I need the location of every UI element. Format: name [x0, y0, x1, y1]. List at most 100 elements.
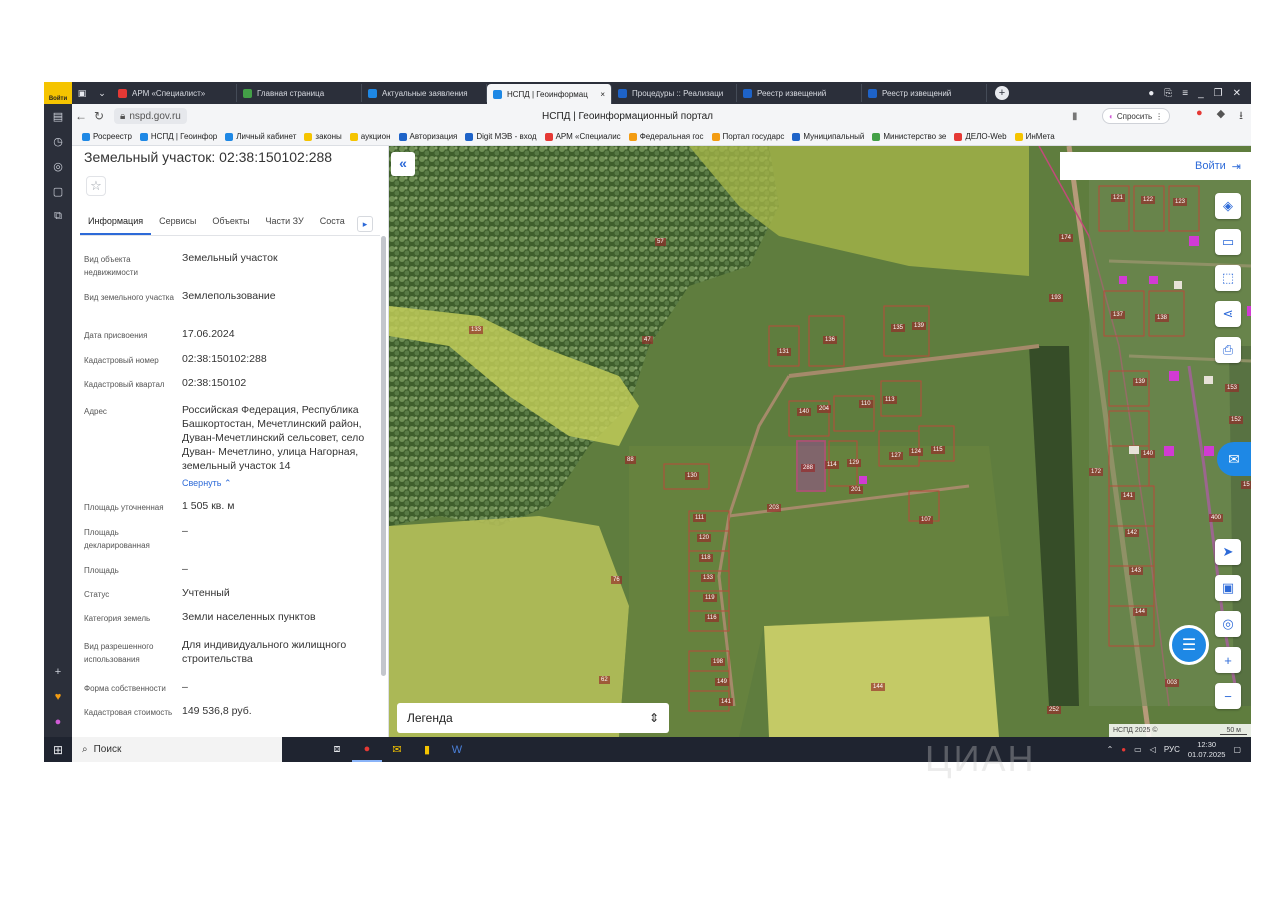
parcel-number-label[interactable]: 142: [1125, 529, 1140, 537]
parcel-number-label[interactable]: 129: [847, 459, 862, 467]
mail-app-icon[interactable]: ✉: [382, 737, 412, 762]
parcel-number-label[interactable]: 121: [1111, 194, 1126, 202]
share-icon[interactable]: ⋖: [1215, 301, 1241, 327]
collapse-panel-button[interactable]: «: [391, 152, 415, 176]
tab-close-icon[interactable]: ×: [600, 90, 605, 99]
assistant-side-button[interactable]: ✉: [1217, 442, 1251, 476]
parcel-number-label[interactable]: 139: [912, 322, 927, 330]
notifications-icon[interactable]: ▢: [1233, 745, 1241, 754]
parcel-number-label[interactable]: 124: [909, 448, 924, 456]
bookmark-item[interactable]: Муниципальный: [792, 132, 864, 141]
browser-tab[interactable]: Реестр извещений: [862, 84, 987, 102]
yandex-login-button[interactable]: Войти: [44, 82, 72, 104]
yandex-browser-icon[interactable]: ●: [352, 737, 382, 762]
parcel-number-label[interactable]: 141: [1121, 492, 1136, 500]
parcel-number-label[interactable]: 130: [685, 472, 700, 480]
browser-tab[interactable]: Процедуры :: Реализаци: [612, 84, 737, 102]
new-tab-plus-icon[interactable]: +: [995, 86, 1009, 100]
restore-icon[interactable]: ❐: [1214, 88, 1223, 99]
parcel-number-label[interactable]: 400: [1209, 514, 1224, 522]
download-icon[interactable]: ⭳: [1239, 107, 1243, 126]
add-panel-icon[interactable]: +: [44, 659, 72, 684]
media-icon[interactable]: ◎: [44, 154, 72, 179]
panel-tab[interactable]: Соста: [312, 212, 353, 235]
tab-overview-icon[interactable]: ▣: [72, 82, 92, 104]
select-area-icon[interactable]: ⬚: [1215, 265, 1241, 291]
panel-tab[interactable]: Объекты: [204, 212, 257, 235]
minimap-icon[interactable]: ▣: [1215, 575, 1241, 601]
tabs-menu-chevron-icon[interactable]: ⌄: [92, 82, 112, 104]
zoom-out-icon[interactable]: −: [1215, 683, 1241, 709]
layers-icon[interactable]: ◈: [1215, 193, 1241, 219]
tray-chevron-icon[interactable]: ⌃: [1107, 745, 1114, 754]
bookmark-item[interactable]: АРМ «Специалис: [544, 132, 621, 141]
map-view[interactable]: 57 47 88 76 62 133 131 136 135 139 140 204 110 113 288…: [389, 146, 1251, 737]
minimize-icon[interactable]: _: [1198, 88, 1204, 99]
parcel-number-label[interactable]: 133: [701, 574, 716, 582]
panel-tab[interactable]: Информация: [80, 212, 152, 235]
bookmark-item[interactable]: ДЕЛО-Web: [954, 132, 1007, 141]
bookmark-item[interactable]: ИнМета: [1014, 132, 1055, 141]
alice-icon[interactable]: ●: [44, 709, 72, 734]
network-icon[interactable]: ▭: [1134, 745, 1142, 754]
parcel-number-label[interactable]: 198: [711, 658, 726, 666]
parcel-number-label[interactable]: 62: [599, 676, 610, 684]
extension-icon[interactable]: ●: [1196, 107, 1203, 126]
zoom-in-icon[interactable]: +: [1215, 647, 1241, 673]
locate-icon[interactable]: ➤: [1215, 539, 1241, 565]
tabs-scroll-right-icon[interactable]: ▸: [357, 216, 373, 232]
bookmark-item[interactable]: Федеральная гос: [628, 132, 704, 141]
parcel-number-label[interactable]: 149: [715, 678, 730, 686]
market-icon[interactable]: ♥: [44, 684, 72, 709]
parcel-number-label[interactable]: 252: [1047, 706, 1062, 714]
bookmarks-panel-icon[interactable]: ▤: [44, 104, 72, 129]
bookmark-item[interactable]: законы: [304, 132, 342, 141]
parcel-number-label[interactable]: 122: [1141, 196, 1156, 204]
bookmark-item[interactable]: Авторизация: [398, 132, 457, 141]
parcel-number-label[interactable]: 143: [1129, 567, 1144, 575]
parcel-number-label[interactable]: 119: [703, 594, 717, 602]
parcel-number-label[interactable]: 113: [883, 396, 897, 404]
parcel-number-label[interactable]: 172: [1089, 468, 1104, 476]
file-explorer-icon[interactable]: ▮: [412, 737, 442, 762]
favorite-star-icon[interactable]: ☆: [86, 176, 106, 196]
bookmark-item[interactable]: Росреестр: [82, 132, 132, 141]
parcel-number-label[interactable]: 138: [1155, 314, 1170, 322]
parcel-number-label[interactable]: 204: [817, 405, 832, 413]
parcel-number-label[interactable]: 003: [1165, 679, 1180, 687]
parcel-number-label[interactable]: 118: [699, 554, 713, 562]
bookmark-item[interactable]: Портал государс: [711, 132, 784, 141]
parcel-number-label[interactable]: 76: [611, 576, 622, 584]
browser-tab[interactable]: АРМ «Специалист»: [112, 84, 237, 102]
bookmark-item[interactable]: Digit МЭВ - вход: [465, 132, 537, 141]
parcel-number-label[interactable]: 47: [642, 336, 653, 344]
browser-tab[interactable]: Актуальные заявления: [362, 84, 487, 102]
print-icon[interactable]: ⎙: [1215, 337, 1241, 363]
parcel-number-label[interactable]: 144: [1133, 608, 1148, 616]
search-place-icon[interactable]: ◎: [1215, 611, 1241, 637]
browser-tab[interactable]: НСПД | Геоинформац ×: [487, 84, 612, 104]
parcel-number-label[interactable]: 127: [889, 452, 904, 460]
parcel-number-label[interactable]: 15: [1241, 481, 1251, 489]
panel-tab[interactable]: Части ЗУ: [258, 212, 312, 235]
parcel-number-label[interactable]: 133: [469, 326, 484, 334]
ask-ai-more-icon[interactable]: ⋮: [1155, 112, 1163, 121]
parcel-number-label[interactable]: 136: [823, 336, 838, 344]
clock[interactable]: 12:30 01.07.2025: [1188, 740, 1226, 760]
collapse-address-link[interactable]: Свернуть ⌃: [182, 478, 232, 489]
parcel-number-label[interactable]: 288: [801, 464, 816, 472]
parcel-number-label[interactable]: 135: [891, 324, 906, 332]
parcel-number-label[interactable]: 111: [693, 514, 707, 522]
url-field[interactable]: 🔒︎ nspd.gov.ru: [114, 108, 187, 124]
volume-icon[interactable]: ◁: [1150, 745, 1156, 754]
profile-avatar-icon[interactable]: ●: [1148, 88, 1154, 99]
close-window-icon[interactable]: ✕: [1233, 88, 1241, 99]
parcel-number-label[interactable]: 107: [919, 516, 934, 524]
task-view-icon[interactable]: ⧈: [322, 737, 352, 762]
windows-start-icon[interactable]: ⊞: [44, 743, 72, 757]
collections-icon[interactable]: ⎘: [1164, 88, 1172, 99]
vpn-icon[interactable]: ◆: [1217, 107, 1225, 126]
back-arrow-icon[interactable]: ←: [72, 109, 90, 123]
chat-icon[interactable]: ☰: [1169, 625, 1209, 665]
parcel-number-label[interactable]: 115: [931, 446, 945, 454]
